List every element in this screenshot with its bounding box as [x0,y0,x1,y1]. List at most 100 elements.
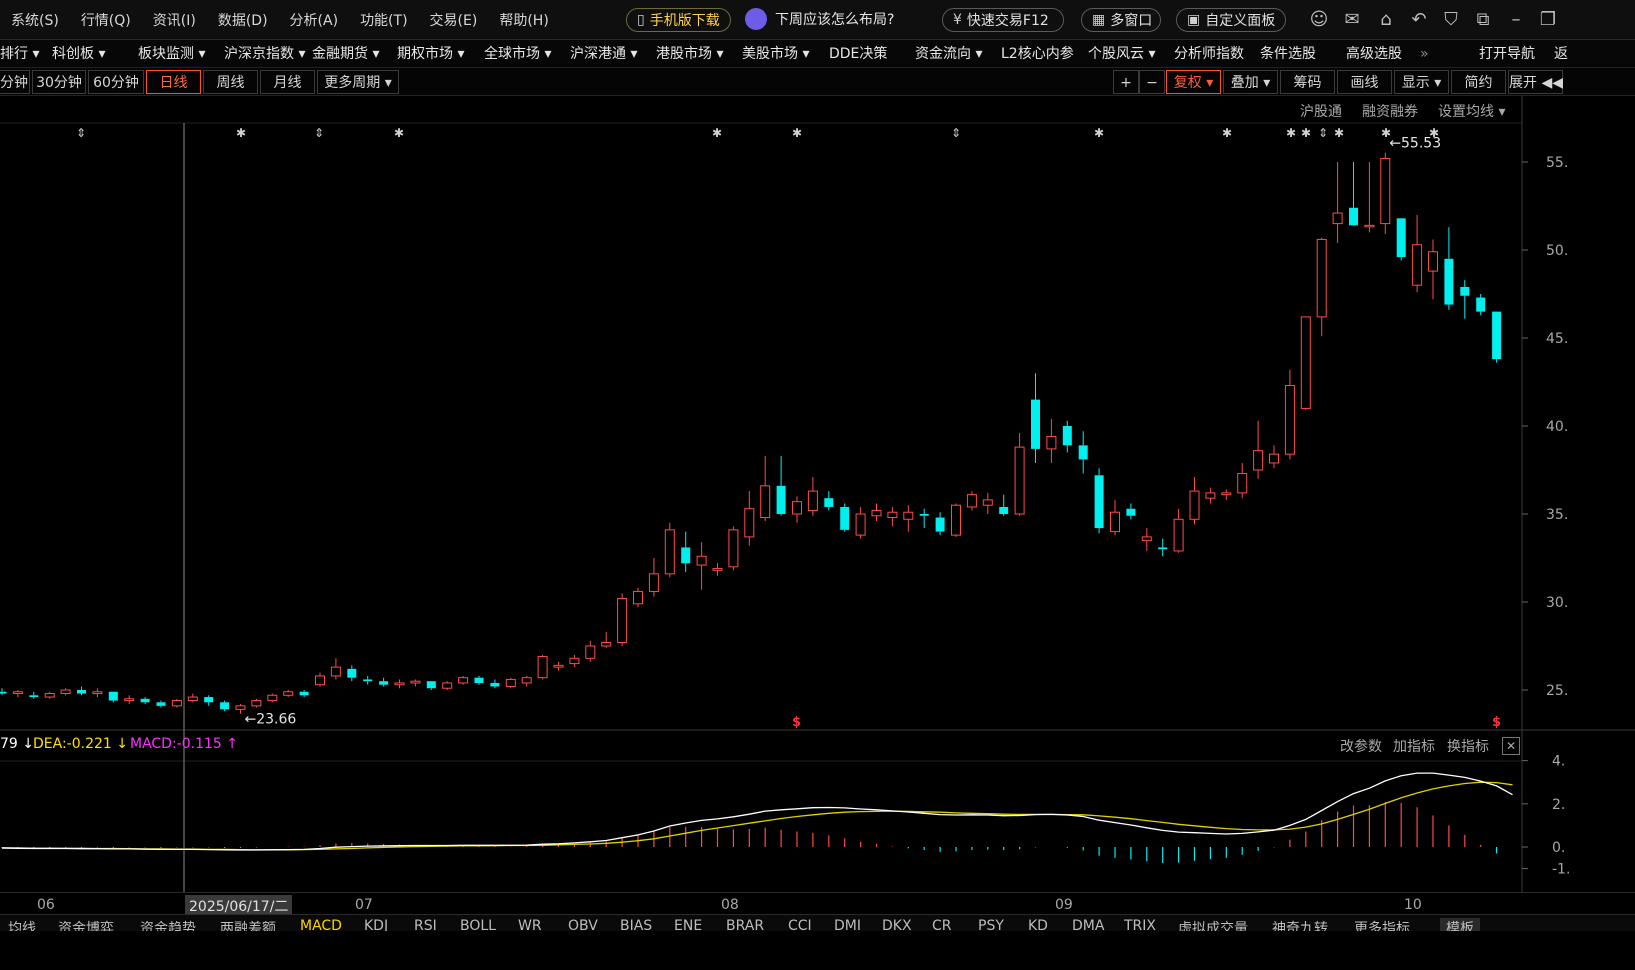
chips-button[interactable]: 筹码 [1280,70,1335,94]
nav-sector-monitor[interactable]: 板块监测 ▾ [138,40,205,68]
period-30min[interactable]: 30分钟 [32,70,86,94]
period-more[interactable]: 更多周期 ▾ [317,70,399,94]
indicator-tab[interactable]: 更多指标 [1354,918,1410,931]
nav-analyst[interactable]: 分析师指数 [1174,40,1244,68]
nav-stock-news[interactable]: 个股风云 ▾ [1088,40,1155,68]
add-indicator-link[interactable]: 加指标 [1393,736,1435,756]
period-weekly[interactable]: 周线 [203,70,258,94]
indicator-tab[interactable]: DMI [834,918,861,931]
indicator-tab[interactable]: 均线 [8,918,36,931]
simple-button[interactable]: 简约 [1451,70,1506,94]
candle [1253,420,1264,479]
candle [220,700,230,712]
indicator-tab[interactable]: OBV [568,918,598,931]
candle [1300,316,1311,411]
nav-fund-flow[interactable]: 资金流向 ▾ [915,40,982,68]
menu-quotes[interactable]: 行情(Q) [70,10,142,30]
menu-function[interactable]: 功能(T) [349,10,418,30]
menu-system[interactable]: 系统(S) [0,10,70,30]
kline-chart[interactable]: ←55.53←23.66⇕ ✱ ⇕ ✱ ✱ ✱ ⇕ ✱ ✱ ✱ ✱ ⇕ ✱ ✱ ✱$ $ 55.50.45.4… [0,96,1635,892]
candle [617,593,628,646]
candle [426,681,436,690]
quick-trade-button[interactable]: ¥ 快速交易F12 [942,8,1064,32]
indicator-tab[interactable]: ENE [674,918,702,931]
event-marker-icon: ✱ [1334,126,1344,140]
close-icon[interactable]: ✕ [1502,737,1520,755]
mail-icon[interactable]: ✉ [1341,9,1363,31]
indicator-tab[interactable]: KDJ [364,918,388,931]
candle [840,503,850,532]
indicator-tab[interactable]: KD [1028,918,1048,931]
nav-star-market[interactable]: 科创板 ▾ [52,40,105,68]
period-minute[interactable]: 分钟 [0,70,30,94]
indicator-tab[interactable]: 资金趋势 [140,918,196,931]
indicator-tab[interactable]: BRAR [726,918,764,931]
indicator-tab[interactable]: PSY [978,918,1004,931]
home-icon[interactable]: ⌂ [1375,9,1397,31]
promo-link[interactable]: 下周应该怎么布局? [745,8,894,30]
indicator-tab[interactable]: 神奇九转 [1272,918,1328,931]
expand-button[interactable]: 展开 ◀◀ [1508,70,1563,94]
period-monthly[interactable]: 月线 [260,70,315,94]
candle [187,693,198,703]
mobile-download-button[interactable]: ▯ 手机版下载 [626,8,731,32]
indicator-tab[interactable]: DMA [1072,918,1104,931]
indicator-tab[interactable]: BIAS [620,918,652,931]
restore-window-icon[interactable]: ⧉ [1472,9,1494,31]
indicator-tab[interactable]: 模板 [1440,918,1480,931]
low-annotation: ←23.66 [245,712,297,728]
period-60min[interactable]: 60分钟 [88,70,144,94]
menu-help[interactable]: 帮助(H) [488,10,559,30]
minimize-icon[interactable]: – [1505,9,1527,31]
candle [1460,279,1470,319]
adjust-button[interactable]: 复权 ▾ [1166,70,1221,94]
undo-icon[interactable]: ↶ [1408,9,1430,31]
indicator-tab[interactable]: BOLL [460,918,496,931]
custom-panel-button[interactable]: ▣ 自定义面板 [1176,8,1286,32]
indicator-tab[interactable]: CCI [788,918,812,931]
nav-condition-pick[interactable]: 条件选股 [1260,40,1316,68]
overlay-button[interactable]: 叠加 ▾ [1223,70,1278,94]
nav-financial-futures[interactable]: 金融期货 ▾ [312,40,379,68]
zoom-in-button[interactable]: + [1113,70,1139,94]
display-button[interactable]: 显示 ▾ [1394,70,1449,94]
time-axis: 06 07 08 09 10 2025/06/17/二 [0,892,1635,917]
nav-open-navigation[interactable]: 打开导航 [1479,40,1535,68]
change-params-link[interactable]: 改参数 [1340,736,1382,756]
indicator-tab[interactable]: RSI [414,918,437,931]
nav-us[interactable]: 美股市场 ▾ [742,40,809,68]
user-icon[interactable]: ☺ [1308,9,1330,31]
menu-analysis[interactable]: 分析(A) [279,10,350,30]
nav-options[interactable]: 期权市场 ▾ [397,40,464,68]
indicator-tab[interactable]: MACD [300,918,342,931]
period-daily[interactable]: 日线 [146,70,201,94]
switch-indicator-link[interactable]: 换指标 [1447,736,1489,756]
nav-back[interactable]: 返 [1554,40,1568,68]
nav-more[interactable]: » [1420,40,1429,68]
draw-line-button[interactable]: 画线 [1337,70,1392,94]
indicator-tab[interactable]: 虚拟成交量 [1178,918,1248,931]
nav-advanced-pick[interactable]: 高级选股 [1346,40,1402,68]
nav-connect[interactable]: 沪深港通 ▾ [570,40,637,68]
menu-data[interactable]: 数据(D) [207,10,279,30]
nav-global[interactable]: 全球市场 ▾ [484,40,551,68]
candle [728,526,739,571]
menu-trade[interactable]: 交易(E) [419,10,489,30]
indicator-tab[interactable]: WR [518,918,542,931]
nav-index[interactable]: 沪深京指数 ▾ [224,40,305,68]
zoom-out-button[interactable]: − [1139,70,1165,94]
nav-l2[interactable]: L2核心内参 [1001,40,1074,68]
maximize-icon[interactable]: ❐ [1537,9,1559,31]
nav-dde[interactable]: DDE决策 [829,40,887,68]
event-marker-icon: ⇕ [1318,126,1328,140]
shirt-icon[interactable]: ⛉ [1440,9,1462,31]
indicator-tab[interactable]: CR [932,918,952,931]
multi-window-button[interactable]: ▦ 多窗口 [1081,8,1161,32]
menu-news[interactable]: 资讯(I) [142,10,207,30]
indicator-tab[interactable]: TRIX [1124,918,1156,931]
nav-ranking[interactable]: 排行 ▾ [0,40,39,68]
indicator-tab[interactable]: DKX [882,918,912,931]
nav-hk[interactable]: 港股市场 ▾ [656,40,723,68]
indicator-tab[interactable]: 资金博弈 [58,918,114,931]
indicator-tab[interactable]: 两融差额 [220,918,276,931]
